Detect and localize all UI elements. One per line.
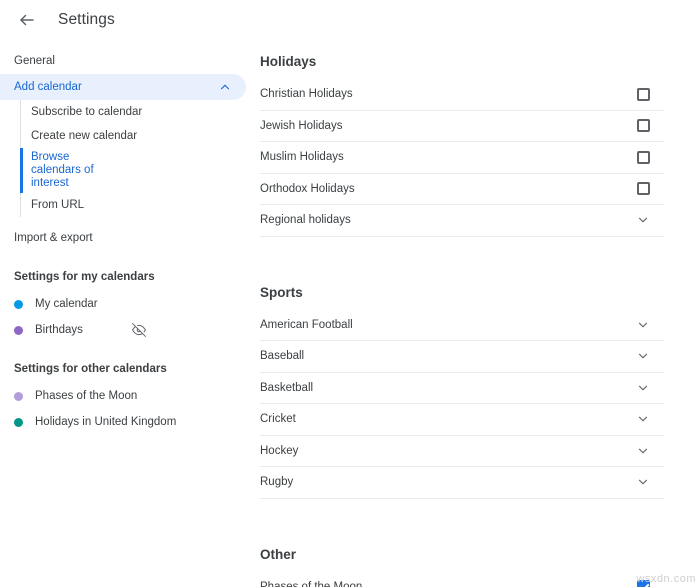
- app-header: Settings: [0, 0, 700, 40]
- row-hockey[interactable]: Hockey: [260, 436, 664, 467]
- page-title: Settings: [58, 11, 115, 28]
- sidebar-item-label: Create new calendar: [31, 129, 138, 142]
- chevron-down-icon[interactable]: [636, 213, 650, 227]
- checkbox-jewish-holidays[interactable]: [637, 119, 650, 133]
- chevron-down-icon[interactable]: [636, 381, 650, 395]
- chevron-down-icon[interactable]: [636, 318, 650, 332]
- row-regional-holidays[interactable]: Regional holidays: [260, 205, 664, 237]
- sidebar-calendar-my-calendar[interactable]: My calendar: [0, 291, 246, 317]
- section-title-sports: Sports: [260, 284, 303, 300]
- chevron-down-icon[interactable]: [636, 444, 650, 458]
- row-baseball[interactable]: Baseball: [260, 341, 664, 373]
- sidebar-calendar-birthdays[interactable]: Birthdays: [0, 317, 246, 343]
- calendar-color-dot: [14, 299, 23, 309]
- calendar-label: Holidays in United Kingdom: [35, 416, 177, 428]
- calendar-color-dot: [14, 391, 23, 401]
- row-rugby[interactable]: Rugby: [260, 467, 664, 499]
- row-label: Jewish Holidays: [260, 119, 343, 132]
- row-orthodox-holidays[interactable]: Orthodox Holidays: [260, 174, 664, 205]
- row-american-football[interactable]: American Football: [260, 310, 664, 341]
- sidebar-item-import-export[interactable]: Import & export: [0, 225, 246, 251]
- chevron-down-icon[interactable]: [636, 475, 650, 489]
- page-body: General Add calendar Subscribe to calend…: [0, 40, 700, 587]
- checkbox-muslim-holidays[interactable]: [637, 150, 650, 164]
- row-muslim-holidays[interactable]: Muslim Holidays: [260, 142, 664, 174]
- sidebar-item-add-calendar[interactable]: Add calendar: [0, 74, 246, 100]
- watermark: wsxdn.com: [636, 573, 696, 585]
- sidebar-item-from-url[interactable]: From URL: [21, 193, 246, 217]
- sidebar-item-browse-calendars-of-interest[interactable]: Browse calendars of interest: [20, 148, 246, 193]
- row-label: Cricket: [260, 413, 296, 426]
- sidebar-item-label: General: [14, 55, 55, 67]
- row-label: Orthodox Holidays: [260, 182, 355, 195]
- sidebar-item-label: Add calendar: [14, 81, 82, 93]
- row-label: Christian Holidays: [260, 88, 353, 101]
- sidebar-section-other-calendars: Settings for other calendars: [14, 363, 167, 375]
- row-label: Phases of the Moon: [260, 580, 363, 587]
- row-christian-holidays[interactable]: Christian Holidays: [260, 79, 664, 111]
- row-label: Muslim Holidays: [260, 151, 344, 164]
- section-title-holidays: Holidays: [260, 54, 317, 69]
- row-basketball[interactable]: Basketball: [260, 373, 664, 404]
- settings-sidebar: General Add calendar Subscribe to calend…: [0, 40, 246, 587]
- sidebar-item-general[interactable]: General: [0, 48, 246, 74]
- sidebar-calendar-phases-of-the-moon[interactable]: Phases of the Moon: [0, 383, 246, 409]
- row-label: Rugby: [260, 476, 294, 489]
- add-calendar-subnav: Subscribe to calendar Create new calenda…: [20, 100, 246, 217]
- checkbox-orthodox-holidays[interactable]: [637, 182, 650, 196]
- calendar-label: My calendar: [35, 298, 98, 310]
- sidebar-calendar-holidays-in-united-kingdom[interactable]: Holidays in United Kingdom: [0, 409, 246, 435]
- row-label: Basketball: [260, 381, 314, 394]
- chevron-down-icon[interactable]: [636, 412, 650, 426]
- sidebar-item-subscribe-to-calendar[interactable]: Subscribe to calendar: [21, 100, 246, 124]
- calendar-color-dot: [14, 417, 23, 427]
- row-jewish-holidays[interactable]: Jewish Holidays: [260, 111, 664, 142]
- row-cricket[interactable]: Cricket: [260, 404, 664, 436]
- sidebar-item-label: Subscribe to calendar: [31, 105, 143, 118]
- checkbox-christian-holidays[interactable]: [637, 87, 650, 101]
- back-arrow-icon[interactable]: [14, 7, 40, 33]
- eye-off-icon[interactable]: [132, 323, 146, 337]
- row-label: American Football: [260, 318, 353, 331]
- calendar-label: Birthdays: [35, 324, 83, 336]
- row-label: Hockey: [260, 444, 299, 457]
- section-title-other: Other: [260, 546, 297, 562]
- calendar-label: Phases of the Moon: [35, 390, 138, 402]
- sidebar-item-label: From URL: [31, 198, 85, 211]
- row-label: Baseball: [260, 350, 305, 363]
- chevron-down-icon[interactable]: [636, 349, 650, 363]
- sidebar-section-my-calendars: Settings for my calendars: [14, 271, 155, 283]
- row-phases-of-the-moon[interactable]: Phases of the Moon: [260, 572, 664, 587]
- calendar-color-dot: [14, 325, 23, 335]
- chevron-up-icon[interactable]: [218, 80, 232, 94]
- sidebar-item-label: Import & export: [14, 232, 93, 244]
- settings-content: Holidays Christian Holidays Jewish Holid…: [246, 40, 700, 587]
- sidebar-item-create-new-calendar[interactable]: Create new calendar: [21, 124, 246, 148]
- row-label: Regional holidays: [260, 214, 351, 227]
- sidebar-item-label: Browse calendars of interest: [31, 151, 94, 189]
